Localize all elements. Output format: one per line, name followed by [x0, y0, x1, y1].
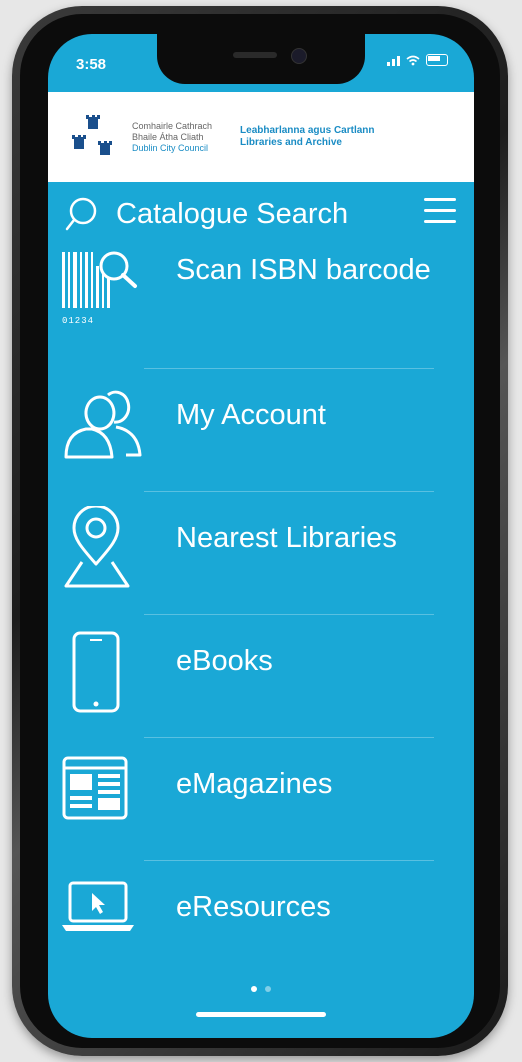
council-name: Comhairle Cathrach Bhaile Átha Cliath Du… [132, 121, 212, 154]
app-screen: 3:58 Comhairle Cathrach Bhaile Átha Clia… [48, 34, 474, 1038]
menu-item-scan-isbn[interactable]: 01234 Scan ISBN barcode [48, 246, 474, 369]
menu-item-label: eBooks [176, 645, 273, 677]
council-line: Bhaile Átha Cliath [132, 131, 204, 142]
menu-item-label: eResources [176, 891, 331, 923]
app-header: Comhairle Cathrach Bhaile Átha Cliath Du… [48, 92, 474, 182]
status-icons [387, 54, 448, 66]
battery-icon [426, 54, 448, 66]
notch [157, 34, 365, 84]
laptop-icon [62, 881, 134, 931]
menu-item-label: eMagazines [176, 768, 333, 800]
libraries-line: Leabharlanna agus Cartlann [240, 125, 375, 136]
libraries-name: Leabharlanna agus Cartlann Libraries and… [240, 125, 374, 149]
magazine-icon [62, 756, 128, 820]
wifi-icon [406, 55, 420, 65]
catalogue-search[interactable]: Catalogue Search [48, 182, 474, 246]
page-dot[interactable] [265, 986, 271, 992]
hamburger-menu-icon[interactable] [424, 198, 456, 224]
search-label[interactable]: Catalogue Search [116, 198, 348, 231]
dublin-castles-logo [72, 115, 112, 155]
users-icon [64, 390, 142, 459]
search-icon[interactable] [64, 194, 104, 234]
menu-item-label: Nearest Libraries [176, 522, 397, 554]
menu-item-ebooks[interactable]: eBooks [48, 615, 474, 738]
barcode-scan-icon: 01234 [62, 251, 137, 326]
main-menu: 01234 Scan ISBN barcode My Account Neare… [48, 246, 474, 984]
menu-item-label: Scan ISBN barcode [176, 254, 431, 286]
menu-item-eresources[interactable]: eResources [48, 861, 474, 984]
tablet-icon [72, 631, 120, 713]
libraries-line: Libraries and Archive [240, 137, 342, 148]
map-pin-icon [64, 506, 130, 588]
menu-item-nearest-libraries[interactable]: Nearest Libraries [48, 492, 474, 615]
menu-item-emagazines[interactable]: eMagazines [48, 738, 474, 861]
home-indicator[interactable] [196, 1012, 326, 1017]
council-line: Comhairle Cathrach [132, 120, 213, 131]
signal-icon [387, 54, 400, 66]
front-camera [291, 48, 307, 64]
council-line: Dublin City Council [132, 142, 209, 153]
menu-item-my-account[interactable]: My Account [48, 369, 474, 492]
menu-item-label: My Account [176, 399, 326, 431]
page-indicator[interactable] [251, 986, 271, 992]
barcode-digits: 01234 [62, 316, 94, 326]
speaker [233, 52, 277, 58]
status-time: 3:58 [76, 56, 107, 73]
page-dot-active[interactable] [251, 986, 257, 992]
